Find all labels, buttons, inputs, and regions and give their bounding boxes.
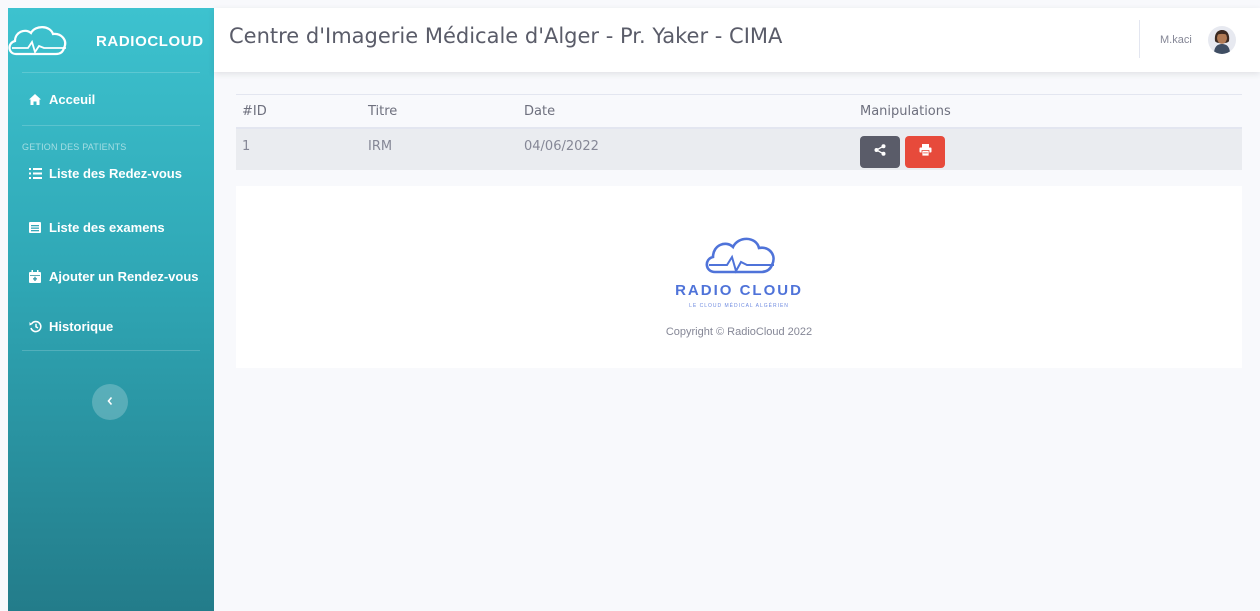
user-name[interactable]: M.kaci: [1160, 34, 1192, 46]
footer-tagline: LE CLOUD MÉDICAL ALGÉRIEN: [689, 303, 789, 309]
share-icon: [874, 144, 886, 160]
topbar-divider: [1139, 20, 1140, 58]
sidebar-item-label: Liste des examens: [49, 219, 165, 235]
column-header-titre: Titre: [362, 94, 518, 129]
column-header-manipulations: Manipulations: [854, 94, 1242, 129]
cloud-heartbeat-logo-icon: [6, 22, 72, 63]
brand-name: RADIOCLOUD: [96, 33, 204, 50]
share-button[interactable]: [860, 136, 900, 168]
sidebar-item-label: Acceuil: [49, 91, 96, 107]
sidebar: RADIOCLOUD Acceuil GETION DES PATIENTS L…: [8, 8, 214, 611]
sidebar-toggle-button[interactable]: [92, 384, 128, 420]
table-row[interactable]: 1 IRM 04/06/2022: [236, 128, 1242, 170]
cell-manipulations: [854, 128, 1242, 170]
cell-id: 1: [236, 128, 362, 170]
column-header-id: #ID: [236, 94, 362, 129]
sidebar-item-label: Liste des Redez-vous: [49, 165, 182, 181]
column-header-date: Date: [518, 94, 854, 129]
print-button[interactable]: [905, 136, 946, 168]
footer-brand: RADIO CLOUD: [675, 282, 803, 299]
sidebar-item-label: Ajouter un Rendez-vous: [49, 268, 199, 284]
user-avatar-icon: [1214, 30, 1230, 54]
calendar-icon: [28, 269, 42, 283]
page-title: Centre d'Imagerie Médicale d'Alger - Pr.…: [229, 24, 783, 48]
print-icon: [919, 144, 932, 160]
exams-table: #ID Titre Date Manipulations 1 IRM 04/06…: [236, 94, 1242, 170]
sidebar-item-acceuil[interactable]: Acceuil: [8, 73, 214, 125]
chevron-left-icon: [106, 395, 114, 409]
sidebar-item-liste-examens[interactable]: Liste des examens: [8, 213, 214, 241]
sidebar-divider: [22, 350, 200, 351]
history-icon: [28, 319, 42, 333]
table-icon: [28, 220, 42, 234]
radiocloud-logo-icon: [701, 232, 779, 283]
avatar[interactable]: [1208, 26, 1236, 54]
sidebar-item-label: Historique: [49, 318, 114, 334]
footer: RADIO CLOUD LE CLOUD MÉDICAL ALGÉRIEN Co…: [236, 186, 1242, 368]
section-heading: GETION DES PATIENTS: [22, 142, 127, 152]
copyright: Copyright © RadioCloud 2022: [665, 326, 813, 338]
list-icon: [28, 166, 42, 180]
cell-titre: IRM: [362, 128, 518, 170]
topbar: Centre d'Imagerie Médicale d'Alger - Pr.…: [214, 8, 1260, 72]
cell-date: 04/06/2022: [518, 128, 854, 170]
table-header-row: #ID Titre Date Manipulations: [236, 94, 1242, 129]
sidebar-item-ajouter-rendez-vous[interactable]: Ajouter un Rendez-vous: [8, 262, 214, 290]
home-icon: [28, 92, 42, 106]
sidebar-item-liste-rendez-vous[interactable]: Liste des Redez-vous: [8, 160, 214, 186]
sidebar-item-historique[interactable]: Historique: [8, 312, 214, 340]
sidebar-brand[interactable]: RADIOCLOUD: [8, 8, 214, 72]
